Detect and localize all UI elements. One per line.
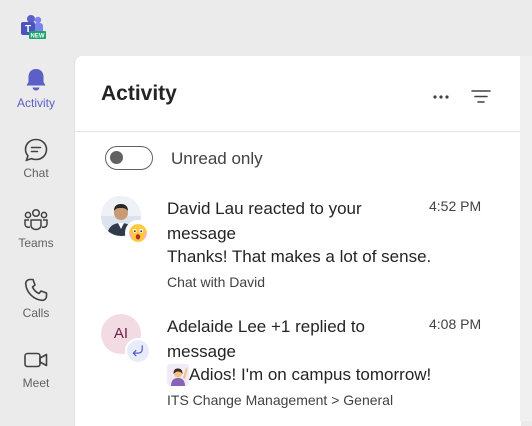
- scrollbar-track[interactable]: [520, 56, 532, 421]
- activity-panel: Activity Unread only David Lau reacted t…: [74, 56, 521, 426]
- phone-icon: [24, 278, 48, 302]
- teams-icon: [24, 208, 48, 231]
- avatar: [101, 196, 153, 248]
- rail-item-meet[interactable]: Meet: [0, 336, 72, 398]
- filter-icon[interactable]: [469, 84, 493, 108]
- rail-item-activity[interactable]: Activity: [0, 56, 72, 118]
- toggle-knob: [110, 151, 123, 164]
- activity-message: Thanks! That makes a lot of sense.: [167, 247, 432, 266]
- activity-item[interactable]: David Lau reacted to your message 4:52 P…: [75, 196, 521, 306]
- chat-icon: [24, 138, 48, 162]
- avatar: AI: [101, 314, 153, 366]
- unread-only-toggle[interactable]: [105, 146, 153, 170]
- logo-badge-text: NEW: [31, 34, 45, 40]
- rail-item-label: Activity: [16, 96, 55, 110]
- activity-item[interactable]: AI Adelaide Lee +1 replied to message 4:…: [75, 314, 521, 424]
- rail-item-teams[interactable]: Teams: [0, 196, 72, 258]
- activity-title: David Lau reacted to your message: [167, 199, 362, 243]
- title-bar: T NEW: [0, 0, 532, 56]
- rail-item-chat[interactable]: Chat: [0, 126, 72, 188]
- activity-time: 4:08 PM: [429, 316, 482, 332]
- teams-logo-icon: T NEW: [21, 15, 46, 40]
- unread-only-label: Unread only: [171, 149, 263, 168]
- activity-context: ITS Change Management > General: [167, 392, 394, 408]
- rail-item-label: Teams: [18, 236, 54, 250]
- video-icon: [24, 352, 48, 368]
- rail-item-label: Calls: [22, 306, 50, 320]
- page-title: Activity: [101, 82, 177, 105]
- activity-time: 4:52 PM: [429, 198, 482, 214]
- activity-message: Adios! I'm on campus tomorrow!: [189, 365, 432, 384]
- rail-item-calls[interactable]: Calls: [0, 266, 72, 328]
- rail-item-label: Chat: [23, 166, 49, 180]
- rail-item-label: Meet: [22, 376, 50, 390]
- activity-context: Chat with David: [167, 274, 266, 290]
- app-rail: Activity Chat Teams Calls Meet: [0, 56, 72, 421]
- surprised-emoji-icon: [125, 220, 151, 246]
- more-horizontal-icon[interactable]: [429, 84, 453, 108]
- activity-title: Adelaide Lee +1 replied to message: [167, 317, 366, 361]
- bell-icon: [26, 69, 46, 91]
- header-divider: [75, 131, 521, 132]
- reply-arrow-icon: [125, 338, 151, 364]
- woman-raising-hand-emoji-icon: [167, 364, 189, 386]
